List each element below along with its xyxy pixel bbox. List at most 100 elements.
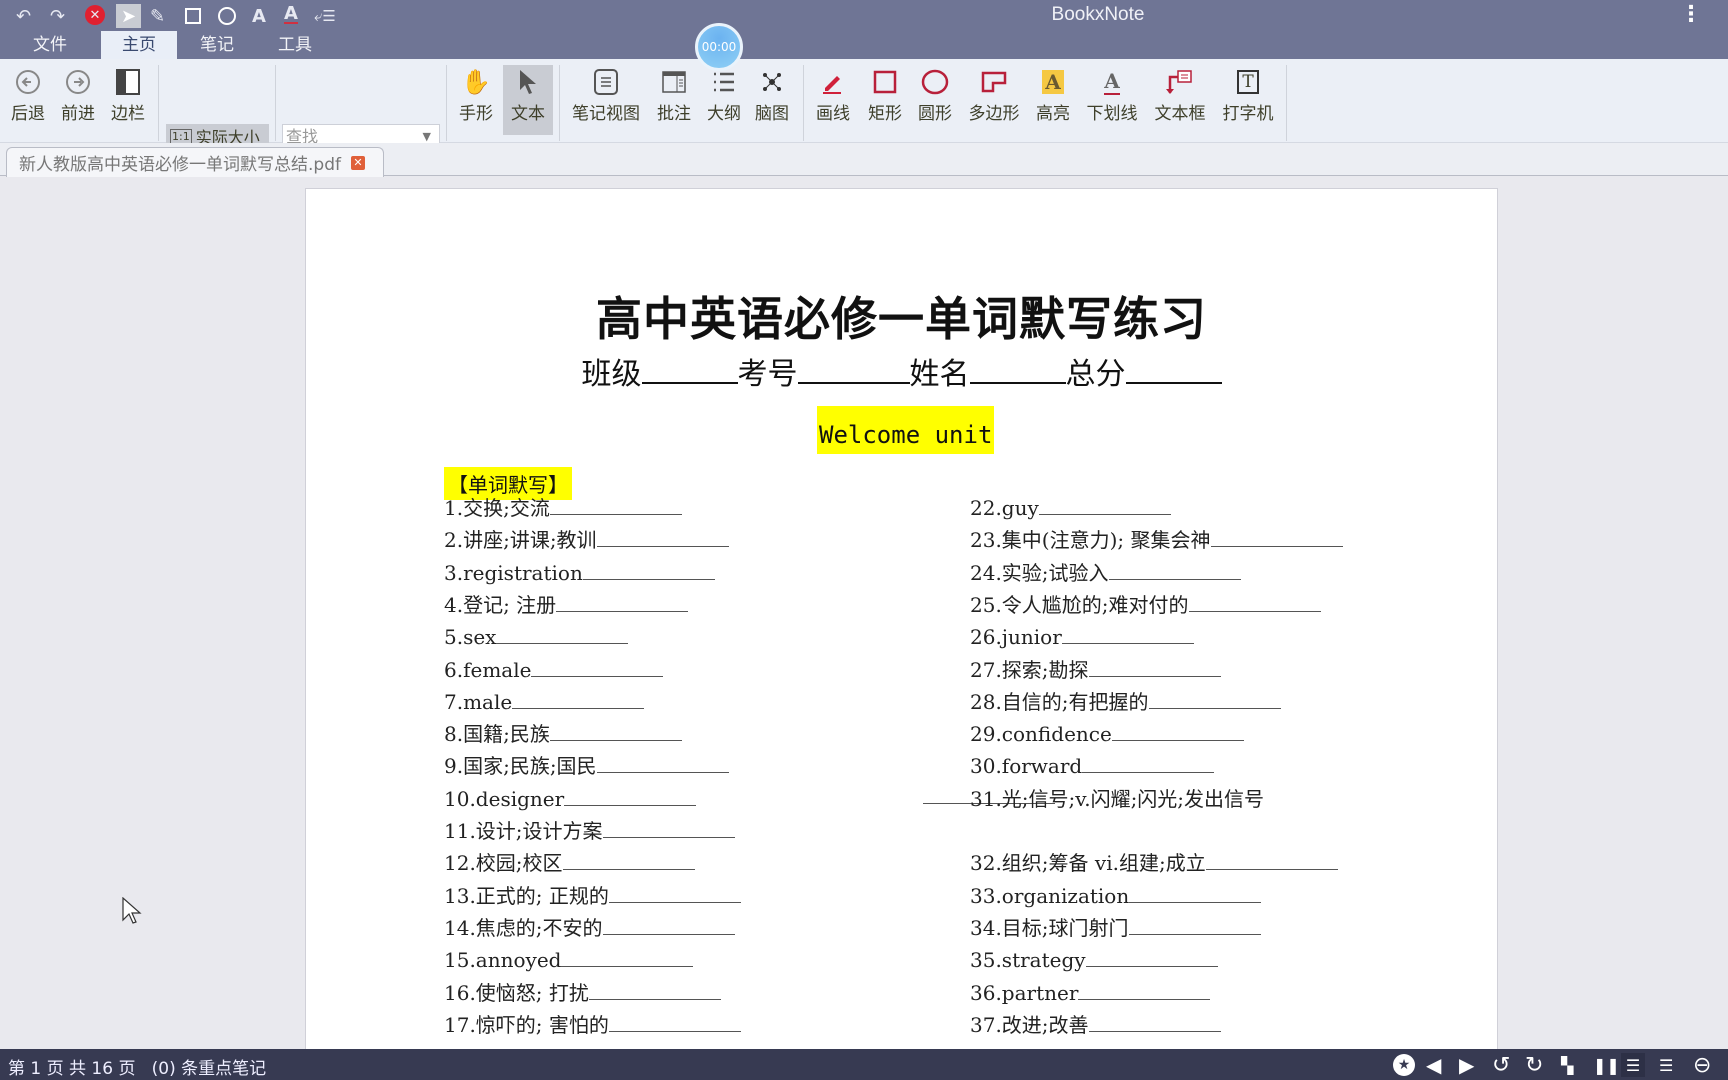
textbox-button[interactable]: 文本框 — [1150, 65, 1210, 135]
word-item: 6.female — [444, 656, 664, 684]
word-item: 26.junior — [970, 623, 1194, 651]
word-item: 37.改进;改善 — [970, 1011, 1221, 1039]
undo-icon[interactable]: ↶ — [16, 4, 31, 28]
tab-home[interactable]: 主页 — [101, 31, 177, 59]
word-item: 12.校园;校区 — [444, 849, 695, 877]
answer-blank — [1108, 560, 1241, 580]
word-item: 17.惊吓的; 害怕的 — [444, 1011, 741, 1039]
page-status: 第 1 页 共 16 页 (0) 条重点笔记 — [8, 1059, 267, 1079]
answer-blank — [556, 592, 689, 612]
field-class: 班级 — [581, 357, 642, 392]
student-info-line: 班级 考号 姓名 总分 — [306, 349, 1497, 393]
tab-file[interactable]: 文件 — [10, 31, 90, 59]
star-icon[interactable]: ★ — [1393, 1054, 1415, 1076]
rotate-left-icon[interactable]: ↺ — [1492, 1053, 1510, 1078]
circle-button[interactable]: 圆形 — [914, 65, 956, 135]
outline-button[interactable]: 大纲 — [704, 65, 744, 135]
word-item: 28.自信的;有把握的 — [970, 688, 1281, 716]
word-item: 5.sex — [444, 623, 629, 651]
underline-button[interactable]: A 下划线 — [1082, 65, 1142, 135]
highlight-button[interactable]: A 高亮 — [1032, 65, 1074, 135]
field-exam-number: 考号 — [737, 357, 798, 392]
mindmap-button[interactable]: 脑图 — [752, 65, 792, 135]
answer-blank — [1188, 592, 1321, 612]
word-item: 33.organization — [970, 882, 1262, 910]
forward-label: 前进 — [61, 104, 95, 124]
mouse-cursor-icon — [122, 897, 142, 924]
answer-blank — [564, 786, 697, 806]
single-page-icon[interactable]: ☰ — [1659, 1053, 1673, 1077]
answer-blank — [1082, 753, 1215, 774]
zoom-out-icon[interactable]: ⊖ — [1693, 1053, 1711, 1078]
redo-icon[interactable]: ↷ — [50, 4, 65, 28]
word-item: 11.设计;设计方案 — [444, 817, 735, 845]
back-arrow-icon — [15, 65, 41, 99]
annotation-button[interactable]: 批注 — [654, 65, 694, 135]
circle-icon — [921, 65, 949, 99]
answer-blank — [562, 850, 695, 871]
answer-blank — [1205, 850, 1338, 871]
annotation-icon — [662, 65, 686, 99]
ribbon-toolbar: 后退 前进 边栏 1:1实际大小 ⇔适合宽度 🗋适合页面 查找▼ ⌃ 上一个 ⌄… — [0, 59, 1728, 203]
answer-blank — [512, 689, 645, 709]
actual-size-icon: 1:1 — [170, 128, 192, 144]
text-tool-button[interactable]: 文本 — [503, 65, 553, 135]
note-view-button[interactable]: 笔记视图 — [568, 65, 644, 135]
answer-blank — [1210, 527, 1343, 548]
draw-line-button[interactable]: 画线 — [812, 65, 854, 135]
rotate-right-icon[interactable]: ↻ — [1525, 1053, 1543, 1078]
document-tab[interactable]: 新人教版高中英语必修一单词默写总结.pdf ✕ — [6, 147, 384, 177]
pdf-viewer[interactable]: 高中英语必修一单词默写练习 班级 考号 姓名 总分 Welcome unit 【单词默… — [0, 177, 1728, 1049]
answer-blank — [1085, 947, 1218, 968]
word-item: 27.探索;勘探 — [970, 656, 1221, 684]
word-item: 15.annoyed — [444, 946, 694, 974]
polygon-button[interactable]: 多边形 — [964, 65, 1024, 135]
grid-view-icon[interactable]: ▚ — [1561, 1053, 1573, 1077]
word-item: 22.guy — [970, 494, 1171, 522]
close-red-icon[interactable]: ✕ — [85, 5, 105, 25]
continuous-icon[interactable]: ☰ — [1621, 1053, 1645, 1077]
answer-blank — [549, 495, 682, 515]
answer-blank — [582, 560, 715, 580]
field-name: 姓名 — [909, 357, 970, 392]
answer-blank — [1061, 624, 1194, 645]
answer-blank — [549, 721, 682, 742]
textbox-icon[interactable]: ⤶☰ — [314, 4, 336, 28]
word-item: 16.使恼怒; 打扰 — [444, 979, 721, 1007]
answer-blank — [1128, 915, 1261, 935]
rectangle-button[interactable]: 矩形 — [864, 65, 906, 135]
rectangle-icon[interactable] — [185, 8, 201, 24]
word-item: 29.confidence — [970, 720, 1244, 748]
underline-a-icon[interactable]: A — [284, 3, 298, 24]
timer-badge[interactable]: 00:00 — [695, 23, 743, 71]
select-pointer-icon[interactable]: ➤ — [116, 4, 141, 28]
sidebar-label: 边栏 — [111, 104, 145, 124]
close-tab-icon[interactable]: ✕ — [350, 155, 365, 170]
answer-blank — [588, 980, 721, 1000]
more-menu-icon[interactable]: ⋮ — [1680, 2, 1702, 27]
answer-blank — [531, 657, 664, 677]
sidebar-button[interactable]: 边栏 — [108, 65, 148, 135]
forward-arrow-icon — [65, 65, 91, 99]
back-button[interactable]: 后退 — [8, 65, 48, 135]
word-item: 3.registration — [444, 559, 715, 587]
typewriter-button[interactable]: T 打字机 — [1218, 65, 1278, 135]
pen-icon[interactable]: ✎ — [150, 4, 165, 28]
answer-blank — [602, 915, 735, 935]
tab-tools[interactable]: 工具 — [256, 31, 334, 59]
word-item: 1.交换;交流 — [444, 494, 682, 522]
forward-button[interactable]: 前进 — [58, 65, 98, 135]
textbox-icon — [1166, 65, 1194, 99]
word-item: 30.forward — [970, 752, 1215, 780]
circle-icon[interactable] — [218, 7, 236, 25]
tab-notes[interactable]: 笔记 — [178, 31, 256, 59]
text-a-icon[interactable]: A — [252, 4, 266, 28]
next-page-icon[interactable]: ▶ — [1459, 1053, 1474, 1077]
hand-tool-button[interactable]: ✋ 手形 — [455, 65, 497, 135]
prev-page-icon[interactable]: ◀ — [1426, 1053, 1441, 1077]
typewriter-icon: T — [1237, 65, 1259, 99]
two-page-icon[interactable]: ❚❚ — [1593, 1053, 1620, 1077]
field-total-score: 总分 — [1065, 357, 1126, 392]
title-bar: ↶ ↷ ✕ ➤ ✎ A A ⤶☰ BookxNote ⋮ 文件 主页 笔记 工具 — [0, 0, 1728, 59]
answer-blank — [1088, 1012, 1221, 1032]
